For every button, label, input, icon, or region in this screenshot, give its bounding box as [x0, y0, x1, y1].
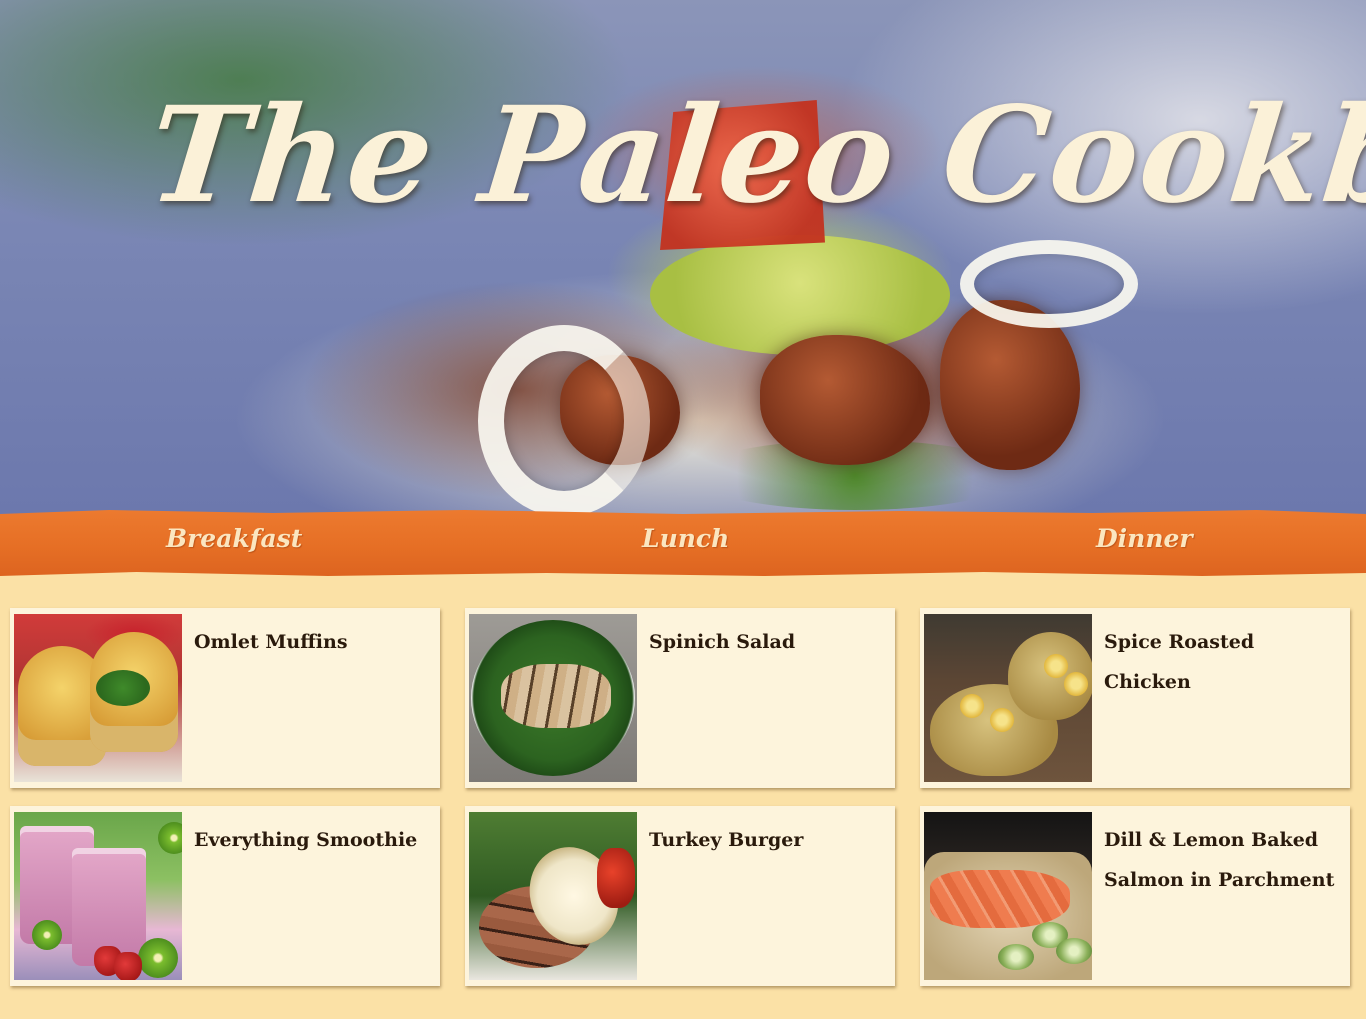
- hero-guacamole-decoration: [650, 235, 950, 355]
- category-nav-bar: Breakfast Lunch Dinner: [0, 510, 1366, 576]
- lemon-slice-shape: [960, 694, 984, 718]
- lemon-slice-shape: [1044, 654, 1068, 678]
- recipe-title: Spice Roasted Chicken: [1104, 631, 1255, 693]
- recipe-card-spice-roasted-chicken[interactable]: Spice Roasted Chicken: [920, 608, 1350, 788]
- lemon-slice-shape: [1064, 672, 1088, 696]
- recipe-thumbnail: [924, 614, 1092, 782]
- hero-meat-decoration: [760, 335, 930, 465]
- recipe-card-turkey-burger[interactable]: Turkey Burger: [465, 806, 895, 986]
- hero-onion-decoration: [478, 325, 650, 515]
- strawberry-shape: [114, 952, 142, 980]
- recipe-thumbnail: [469, 812, 637, 980]
- grilled-chicken-shape: [501, 664, 611, 728]
- recipe-thumbnail: [469, 614, 637, 782]
- nav-item-lunch[interactable]: Lunch: [642, 524, 729, 560]
- recipe-thumbnail: [14, 614, 182, 782]
- hero-onion-decoration: [960, 240, 1138, 328]
- nav-item-breakfast[interactable]: Breakfast: [166, 524, 302, 560]
- app-title: The Paleo Cookbook: [141, 78, 1366, 233]
- recipe-thumbnail: [924, 812, 1092, 980]
- recipe-card-spinich-salad[interactable]: Spinich Salad: [465, 608, 895, 788]
- recipe-card-baked-salmon[interactable]: Dill & Lemon Baked Salmon in Parchment: [920, 806, 1350, 986]
- recipe-title: Spinich Salad: [649, 631, 796, 653]
- kiwi-shape: [158, 822, 182, 854]
- cucumber-slice-shape: [1056, 938, 1092, 964]
- recipe-title: Everything Smoothie: [194, 829, 418, 851]
- recipe-title: Omlet Muffins: [194, 631, 348, 653]
- salmon-fillet-shape: [930, 870, 1070, 928]
- pepper-shape: [597, 848, 635, 908]
- lemon-slice-shape: [990, 708, 1014, 732]
- recipe-title: Turkey Burger: [649, 829, 804, 851]
- parsley-shape: [96, 670, 150, 706]
- hero-banner: The Paleo Cookbook: [0, 0, 1366, 515]
- recipe-thumbnail: [14, 812, 182, 980]
- recipe-title: Dill & Lemon Baked Salmon in Parchment: [1104, 829, 1335, 891]
- nav-item-dinner[interactable]: Dinner: [1096, 524, 1193, 560]
- recipe-card-omlet-muffins[interactable]: Omlet Muffins: [10, 608, 440, 788]
- app-page: The Paleo Cookbook Breakfast Lunch Dinne…: [0, 0, 1366, 1019]
- cucumber-slice-shape: [998, 944, 1034, 970]
- kiwi-shape: [32, 920, 62, 950]
- recipe-card-everything-smoothie[interactable]: Everything Smoothie: [10, 806, 440, 986]
- kiwi-shape: [138, 938, 178, 978]
